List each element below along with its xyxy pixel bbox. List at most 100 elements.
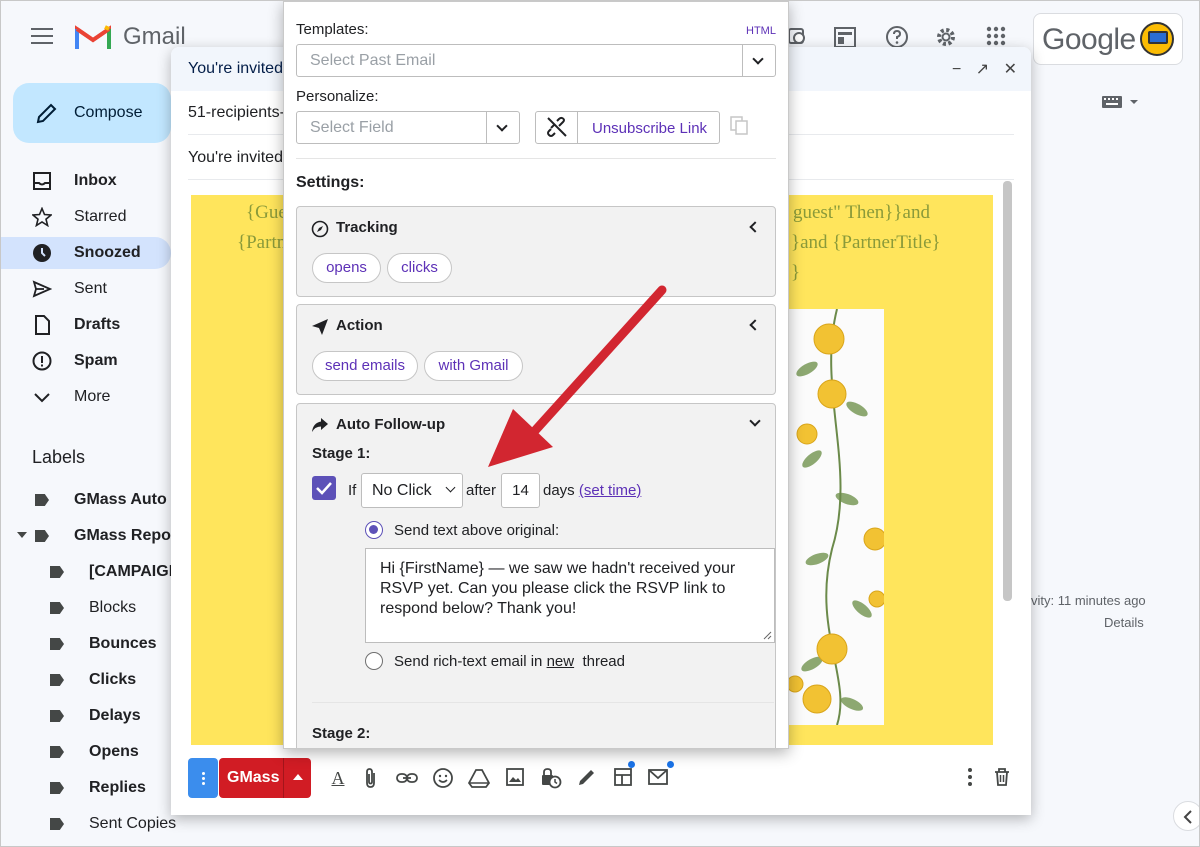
confidential-mode-icon[interactable] [540, 767, 562, 789]
screen: Gmail Google Compose Inbox Starred Snooz… [0, 0, 1200, 847]
label-text: Sent Copies [89, 815, 177, 832]
send-above-original-radio[interactable] [365, 521, 383, 539]
label-tag-icon [50, 782, 64, 794]
send-rich-text-radio[interactable] [365, 652, 383, 670]
calendar-app-icon[interactable] [833, 25, 857, 49]
compose-toolbar: GMass A [171, 745, 1031, 815]
checkmark-icon [316, 482, 332, 495]
sidebar-item-drafts[interactable]: Drafts [1, 309, 171, 341]
keyboard-icon[interactable] [1101, 95, 1139, 109]
label-sent-copies[interactable]: Sent Copies [1, 809, 176, 839]
gmass-settings-panel: Templates: HTML Select Past Email Person… [283, 1, 789, 749]
sidebar-item-snoozed[interactable]: Snoozed [1, 237, 171, 269]
personalize-dropdown-arrow[interactable] [486, 112, 519, 143]
label-campaign[interactable]: [CAMPAIGN [1, 557, 180, 587]
inbox-icon [33, 172, 51, 190]
action-with-gmail-pill[interactable]: with Gmail [424, 351, 523, 381]
expand-chevron-icon[interactable] [749, 415, 761, 427]
label-tag-icon [35, 530, 49, 542]
google-account-box[interactable]: Google [1033, 13, 1183, 65]
action-send-emails-pill[interactable]: send emails [312, 351, 418, 381]
chevron-down-icon [445, 482, 456, 493]
signature-pen-icon[interactable] [576, 767, 598, 789]
avatar[interactable] [1140, 22, 1174, 56]
label-replies[interactable]: Replies [1, 773, 171, 803]
popout-icon[interactable]: ↗ [976, 61, 989, 78]
details-link[interactable]: Details [1104, 615, 1144, 630]
compass-icon [311, 220, 329, 238]
sidebar-item-starred[interactable]: Starred [1, 201, 171, 233]
followup-message-textarea[interactable]: Hi {FirstName} — we saw we hadn't receiv… [365, 548, 775, 643]
last-activity-text: vity: 11 minutes ago [1031, 593, 1146, 608]
stage-2-label: Stage 2: [312, 725, 371, 742]
google-drive-icon[interactable] [467, 767, 491, 789]
label-tag-icon [50, 602, 64, 614]
star-icon [32, 207, 52, 227]
gmass-settings-caret-icon[interactable] [293, 774, 303, 780]
new-thread-toggle[interactable]: new [547, 653, 575, 670]
personalize-label: Personalize: [296, 88, 379, 105]
label-opens[interactable]: Opens [1, 737, 171, 767]
tracking-title: Tracking [336, 219, 398, 236]
discard-trash-icon[interactable] [991, 767, 1013, 789]
label-gmass-reports[interactable]: GMass Repor [1, 521, 177, 551]
help-icon[interactable] [885, 25, 909, 49]
minimize-icon[interactable]: − [952, 61, 961, 78]
copy-icon[interactable] [730, 116, 750, 136]
label-text: Replies [89, 779, 146, 796]
attach-paperclip-icon[interactable] [360, 767, 382, 789]
label-delays[interactable]: Delays [1, 701, 171, 731]
stage-1-label: Stage 1: [312, 445, 371, 462]
window-controls: − ↗ ✕ [942, 59, 1017, 79]
more-vert-icon[interactable] [959, 767, 981, 789]
expand-caret-icon[interactable] [17, 532, 27, 538]
sidebar-item-inbox[interactable]: Inbox [1, 165, 171, 197]
chevron-down-icon [752, 53, 764, 65]
layout-template-icon[interactable] [612, 761, 635, 789]
stage-1-checkbox[interactable] [312, 476, 336, 500]
insert-link-icon[interactable] [396, 767, 418, 789]
label-blocks[interactable]: Blocks [1, 593, 171, 623]
compose-scrollbar[interactable] [1003, 181, 1012, 601]
templates-select[interactable]: Select Past Email [296, 44, 776, 77]
personalize-select[interactable]: Select Field [296, 111, 520, 144]
schedule-email-icon[interactable] [648, 761, 674, 789]
label-bounces[interactable]: Bounces [1, 629, 171, 659]
settings-gear-icon[interactable] [934, 25, 958, 49]
days-label: days (set time) [543, 482, 641, 499]
recipients-text: 51-recipients- [188, 104, 285, 121]
set-time-link[interactable]: (set time) [579, 482, 642, 499]
subject-text: You're invited [188, 149, 283, 166]
gmass-label: GMass [227, 769, 280, 786]
emoji-icon[interactable] [432, 767, 454, 789]
close-icon[interactable]: ✕ [1004, 61, 1017, 78]
gmass-send-button[interactable]: GMass [219, 758, 311, 798]
collapse-chevron-icon[interactable] [749, 319, 761, 331]
google-wordmark: Google [1042, 23, 1136, 56]
templates-dropdown-arrow[interactable] [742, 45, 775, 76]
days-input[interactable]: 14 [501, 473, 540, 508]
main-menu-icon[interactable] [31, 28, 53, 46]
tracking-clicks-pill[interactable]: clicks [387, 253, 452, 283]
side-panel-toggle[interactable] [1173, 801, 1199, 831]
collapse-chevron-icon[interactable] [749, 221, 761, 233]
tracking-opens-pill[interactable]: opens [312, 253, 381, 283]
text-format-icon[interactable]: A [327, 767, 349, 789]
sidebar-item-sent[interactable]: Sent [1, 273, 171, 305]
compose-button[interactable]: Compose [13, 83, 171, 143]
apps-grid-icon[interactable] [984, 25, 1008, 49]
resize-grip-icon[interactable] [763, 631, 772, 640]
more-options-button[interactable] [188, 758, 218, 798]
label-clicks[interactable]: Clicks [1, 665, 171, 695]
label-gmass-auto[interactable]: GMass Auto F [1, 485, 181, 515]
condition-value: No Click [372, 482, 432, 499]
unsubscribe-link-button[interactable]: Unsubscribe Link [535, 111, 720, 144]
html-link[interactable]: HTML [746, 25, 776, 37]
sidebar-item-more[interactable]: More [1, 381, 171, 413]
unsubscribe-label: Unsubscribe Link [592, 120, 708, 137]
label-text: GMass Repor [74, 527, 178, 544]
condition-select[interactable]: No Click [361, 473, 463, 508]
sidebar-item-spam[interactable]: Spam [1, 345, 171, 377]
insert-photo-icon[interactable] [504, 767, 526, 789]
send-rich-prefix: Send rich-text email in [394, 653, 543, 670]
